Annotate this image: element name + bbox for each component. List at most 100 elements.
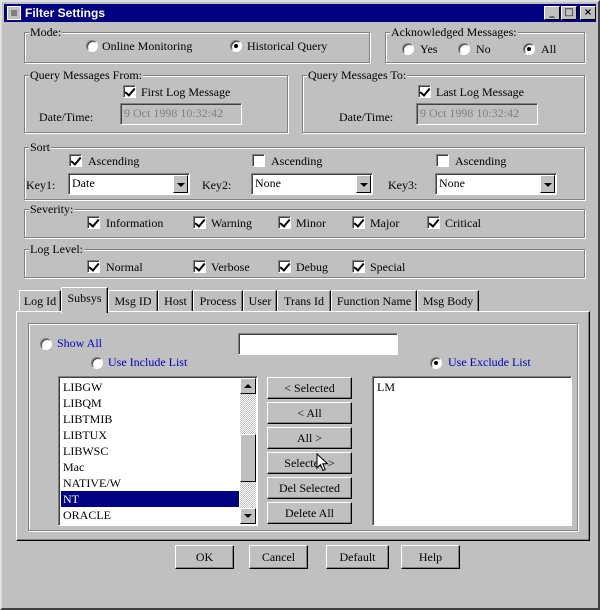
use-exclude-list-label: Use Exclude List bbox=[448, 355, 531, 369]
list-item[interactable]: LIBWSC bbox=[61, 443, 239, 459]
list-item-selected[interactable]: NT bbox=[61, 491, 239, 507]
list-item[interactable]: ORACLE bbox=[61, 507, 239, 523]
tab-process[interactable]: Process bbox=[193, 290, 243, 312]
key2-label: Key2: bbox=[202, 178, 232, 192]
key1-label: Key1: bbox=[26, 178, 56, 192]
move-all-left-button[interactable]: < All bbox=[267, 402, 352, 424]
app-icon bbox=[7, 6, 21, 20]
tab-host[interactable]: Host bbox=[158, 290, 193, 312]
use-include-list-label: Use Include List bbox=[108, 355, 188, 369]
verbose-label: Verbose bbox=[211, 260, 250, 274]
to-date-label: Date/Time: bbox=[339, 110, 394, 124]
chevron-down-icon[interactable] bbox=[173, 175, 188, 193]
warning-checkbox[interactable] bbox=[193, 216, 206, 229]
radio-show-all[interactable] bbox=[40, 338, 52, 350]
move-selected-right-button[interactable]: Selected > bbox=[267, 452, 352, 474]
key3-ascending-checkbox[interactable] bbox=[436, 154, 449, 167]
debug-checkbox[interactable] bbox=[278, 260, 291, 273]
debug-label: Debug bbox=[296, 260, 328, 274]
move-all-right-button[interactable]: All > bbox=[267, 427, 352, 449]
chevron-down-icon[interactable] bbox=[540, 175, 555, 193]
to-date-input[interactable]: 9 Oct 1998 10:32:42 bbox=[416, 103, 538, 125]
key3-ascending-label: Ascending bbox=[455, 154, 507, 168]
key2-ascending-label: Ascending bbox=[271, 154, 323, 168]
first-log-message-checkbox[interactable] bbox=[123, 85, 136, 98]
tab-function-name[interactable]: Function Name bbox=[331, 290, 417, 312]
radio-historical-query[interactable] bbox=[230, 40, 242, 52]
radio-use-exclude-list[interactable] bbox=[430, 357, 442, 369]
tab-user[interactable]: User bbox=[243, 290, 277, 312]
tab-trans-id[interactable]: Trans Id bbox=[277, 290, 331, 312]
normal-label: Normal bbox=[106, 260, 143, 274]
information-checkbox[interactable] bbox=[87, 216, 100, 229]
key2-select[interactable]: None bbox=[251, 173, 373, 195]
title-bar[interactable]: Filter Settings _ □ × bbox=[4, 4, 596, 22]
close-icon[interactable]: × bbox=[580, 6, 596, 20]
ack-no-label: No bbox=[476, 42, 491, 56]
delete-all-button[interactable]: Delete All bbox=[267, 502, 352, 524]
major-label: Major bbox=[370, 216, 400, 230]
radio-ack-no[interactable] bbox=[458, 43, 470, 55]
tab-log-id[interactable]: Log Id bbox=[19, 290, 61, 312]
last-log-message-label: Last Log Message bbox=[436, 85, 524, 99]
chevron-down-icon[interactable] bbox=[356, 175, 371, 193]
ok-button[interactable]: OK bbox=[175, 545, 234, 569]
help-button[interactable]: Help bbox=[401, 545, 460, 569]
key1-select[interactable]: Date bbox=[68, 173, 190, 195]
radio-ack-yes[interactable] bbox=[402, 43, 414, 55]
key2-ascending-checkbox[interactable] bbox=[252, 154, 265, 167]
from-date-input[interactable]: 9 Oct 1998 10:32:42 bbox=[120, 103, 242, 125]
list-item[interactable]: LM bbox=[375, 379, 565, 395]
major-checkbox[interactable] bbox=[352, 216, 365, 229]
radio-use-include-list[interactable] bbox=[91, 357, 103, 369]
ack-yes-label: Yes bbox=[420, 42, 438, 56]
key1-select-value: Date bbox=[72, 176, 95, 190]
query-to-label: Query Messages To: bbox=[307, 68, 408, 82]
key1-ascending-label: Ascending bbox=[88, 154, 140, 168]
radio-ack-all[interactable] bbox=[523, 43, 535, 55]
excluded-subsys-list[interactable]: LM bbox=[372, 376, 572, 526]
show-all-input[interactable] bbox=[238, 333, 398, 355]
tab-msg-body[interactable]: Msg Body bbox=[417, 290, 479, 312]
list-item[interactable]: LIBTMIB bbox=[61, 411, 239, 427]
critical-checkbox[interactable] bbox=[427, 216, 440, 229]
key3-label: Key3: bbox=[388, 178, 418, 192]
ack-all-label: All bbox=[541, 42, 557, 56]
key2-select-value: None bbox=[255, 176, 281, 190]
query-from-label: Query Messages From: bbox=[29, 68, 143, 82]
tab-subsys[interactable]: Subsys bbox=[61, 287, 108, 313]
log-level-label: Log Level: bbox=[29, 242, 84, 256]
list-item[interactable]: NATIVE/W bbox=[61, 475, 239, 491]
available-subsys-list[interactable]: LIBGW LIBQM LIBTMIB LIBTUX LIBWSC Mac NA… bbox=[58, 376, 258, 526]
first-log-message-label: First Log Message bbox=[141, 85, 231, 99]
acknowledged-label: Acknowledged Messages: bbox=[390, 25, 518, 39]
verbose-checkbox[interactable] bbox=[193, 260, 206, 273]
historical-query-label: Historical Query bbox=[247, 39, 328, 53]
key1-ascending-checkbox[interactable] bbox=[69, 154, 82, 167]
move-selected-left-button[interactable]: < Selected bbox=[267, 377, 352, 399]
key3-select[interactable]: None bbox=[435, 173, 557, 195]
special-checkbox[interactable] bbox=[352, 260, 365, 273]
radio-online-monitoring[interactable] bbox=[86, 40, 98, 52]
available-list-scrollbar[interactable] bbox=[240, 378, 256, 524]
scroll-up-icon[interactable] bbox=[240, 378, 256, 394]
scroll-down-icon[interactable] bbox=[240, 508, 256, 524]
severity-label: Severity: bbox=[29, 202, 75, 216]
minor-checkbox[interactable] bbox=[278, 216, 291, 229]
list-item[interactable]: LIBGW bbox=[61, 379, 239, 395]
default-button[interactable]: Default bbox=[326, 545, 389, 569]
list-item[interactable]: LIBTUX bbox=[61, 427, 239, 443]
minor-label: Minor bbox=[296, 216, 326, 230]
scroll-thumb[interactable] bbox=[240, 434, 256, 482]
list-item[interactable]: Mac bbox=[61, 459, 239, 475]
normal-checkbox[interactable] bbox=[87, 260, 100, 273]
tab-msg-id[interactable]: Msg ID bbox=[108, 290, 158, 312]
cancel-button[interactable]: Cancel bbox=[249, 545, 308, 569]
delete-selected-button[interactable]: Del Selected bbox=[267, 477, 352, 499]
last-log-message-checkbox[interactable] bbox=[418, 85, 431, 98]
maximize-icon[interactable]: □ bbox=[561, 6, 577, 20]
show-all-label: Show All bbox=[57, 336, 103, 350]
filter-settings-window: Filter Settings _ □ × Mode: Online Monit… bbox=[0, 0, 600, 610]
minimize-icon[interactable]: _ bbox=[544, 6, 560, 20]
list-item[interactable]: LIBQM bbox=[61, 395, 239, 411]
